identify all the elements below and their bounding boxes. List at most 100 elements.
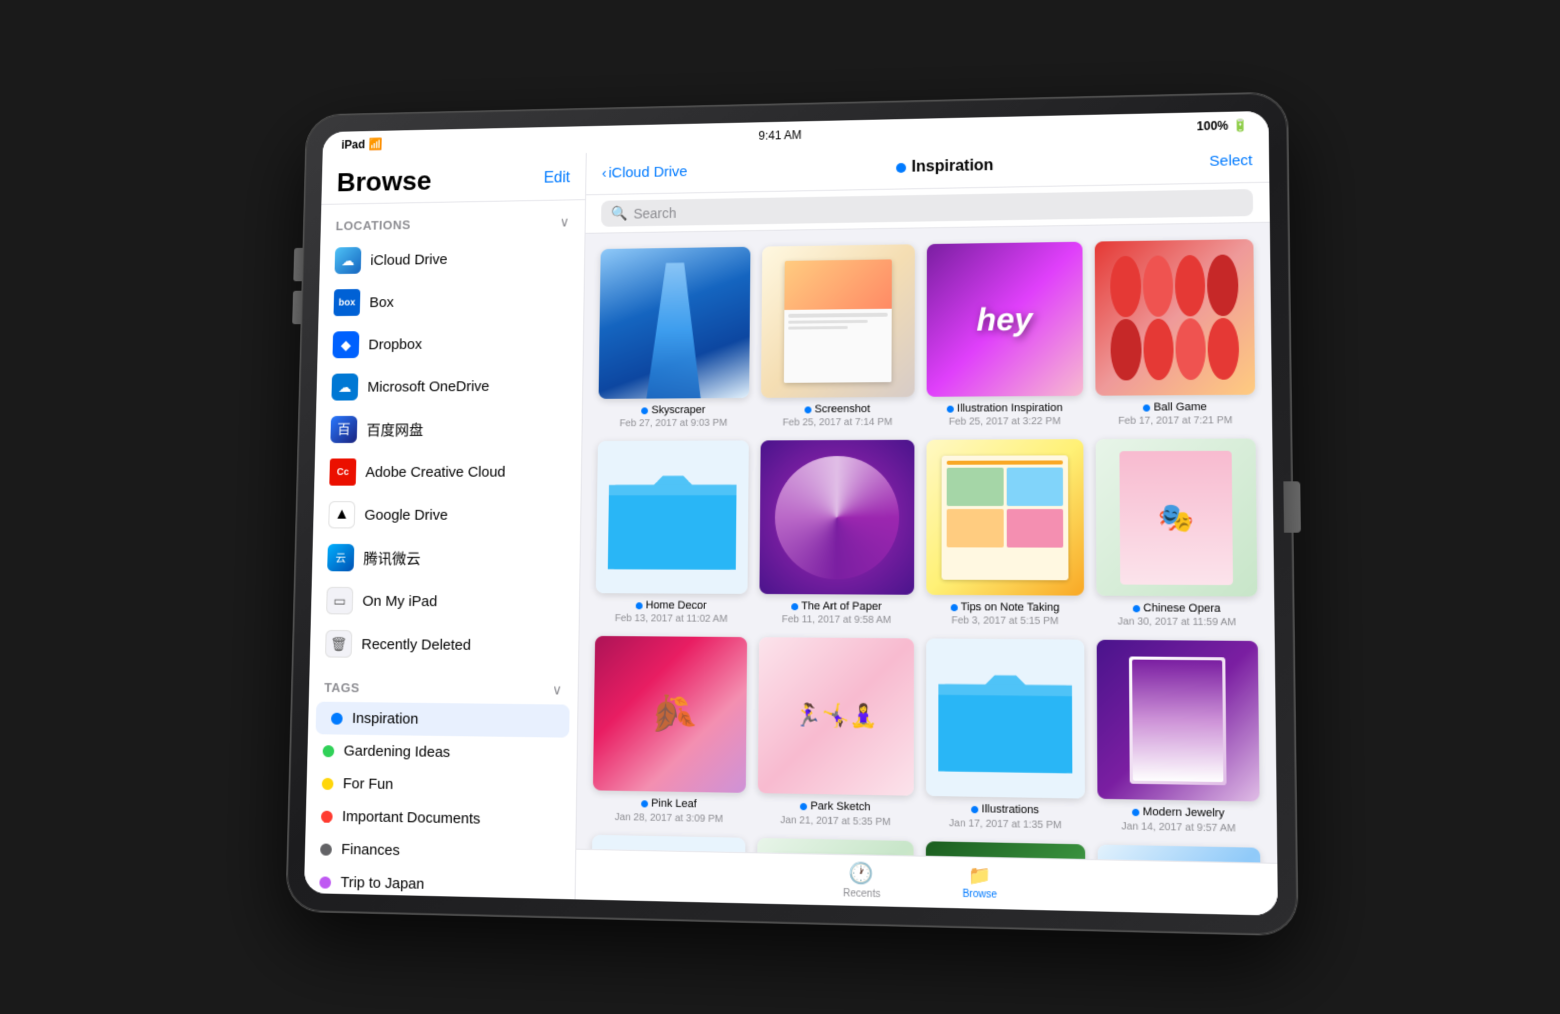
- tab-browse[interactable]: 📁 Browse: [962, 864, 996, 900]
- file-name-note-taking: Tips on Note Taking: [961, 601, 1060, 615]
- file-label-screenshot: Screenshot: [805, 403, 871, 416]
- right-panel: ‹ iCloud Drive Inspiration Select 🔍 Sear…: [576, 139, 1278, 916]
- file-label-modern-jewelry: Modern Jewelry: [1132, 806, 1224, 821]
- ipad-screen: iPad 📶 9:41 AM 100% 🔋 Browse Edit L: [304, 111, 1278, 916]
- file-thumb-pink-leaf: 🍂: [593, 636, 747, 793]
- icloud-label: iCloud Drive: [370, 251, 447, 268]
- sidebar-item-tencent[interactable]: 云 腾讯微云: [312, 536, 580, 580]
- file-item-screenshot[interactable]: Screenshot Feb 25, 2017 at 7:14 PM: [761, 244, 915, 428]
- file-name-modern-jewelry: Modern Jewelry: [1143, 806, 1225, 821]
- gardening-label: Gardening Ideas: [343, 743, 450, 761]
- status-left: iPad 📶: [341, 137, 383, 151]
- file-name-skyscraper: Skyscraper: [651, 404, 705, 417]
- file-thumb-skyscraper: [599, 247, 751, 399]
- file-date-ballgame: Feb 17, 2017 at 7:21 PM: [1118, 415, 1232, 427]
- file-item-pink-leaf[interactable]: 🍂 Pink Leaf Jan 28, 2017 at 3:09 PM: [592, 636, 747, 825]
- search-icon: 🔍: [611, 205, 628, 222]
- sidebar-item-for-fun[interactable]: For Fun: [306, 767, 576, 804]
- sidebar-item-box[interactable]: box Box: [318, 278, 584, 324]
- file-item-chinese-opera[interactable]: 🎭 Chinese Opera Jan 30, 2017 at 11:59 AM: [1096, 439, 1258, 629]
- browse-icon: 📁: [968, 864, 991, 886]
- files-area: Skyscraper Feb 27, 2017 at 9:03 PM: [576, 223, 1277, 863]
- google-label: Google Drive: [364, 507, 448, 524]
- file-thumb-home-decor: [596, 441, 749, 594]
- file-thumb-ballgame: [1095, 239, 1255, 396]
- file-name-pink-leaf: Pink Leaf: [651, 798, 697, 812]
- sidebar-item-icloud[interactable]: ☁ iCloud Drive: [319, 236, 584, 282]
- for-fun-dot: [322, 777, 334, 789]
- ipad-label: On My iPad: [362, 592, 437, 609]
- file-name-park-sketch: Park Sketch: [810, 801, 870, 816]
- nav-title: Inspiration: [896, 157, 994, 177]
- file-item-ballgame[interactable]: Ball Game Feb 17, 2017 at 7:21 PM: [1095, 239, 1256, 427]
- file-item-home-decor[interactable]: Home Decor Feb 13, 2017 at 11:02 AM: [595, 441, 748, 626]
- file-item-modern-jewelry[interactable]: Modern Jewelry Jan 14, 2017 at 9:57 AM: [1097, 640, 1260, 835]
- browse-label: Browse: [962, 888, 996, 900]
- wifi-icon: 📶: [369, 137, 383, 151]
- sidebar-item-google[interactable]: ▲ Google Drive: [313, 493, 581, 536]
- file-thumb-modern-jewelry: [1097, 640, 1260, 802]
- sidebar-header: Browse Edit: [321, 153, 585, 205]
- file-date-pink-leaf: Jan 28, 2017 at 3:09 PM: [615, 812, 723, 825]
- sidebar-item-baidu[interactable]: 百 百度网盘: [315, 407, 582, 451]
- file-name-home-decor: Home Decor: [646, 600, 707, 614]
- sidebar-title: Browse: [336, 166, 431, 198]
- finances-label: Finances: [341, 841, 400, 859]
- sidebar-item-onedrive[interactable]: ☁ Microsoft OneDrive: [316, 364, 582, 409]
- tags-chevron-icon[interactable]: ∨: [552, 681, 562, 698]
- ipad-device: iPad 📶 9:41 AM 100% 🔋 Browse Edit L: [286, 93, 1297, 936]
- for-fun-label: For Fun: [343, 775, 394, 793]
- locations-label: Locations: [336, 218, 411, 234]
- sidebar-item-inspiration[interactable]: Inspiration: [316, 702, 570, 738]
- status-time: 9:41 AM: [758, 128, 801, 143]
- sidebar-item-important-docs[interactable]: Important Documents: [305, 799, 576, 837]
- file-dot-park-sketch: [800, 803, 807, 810]
- file-label-chinese-opera: Chinese Opera: [1133, 602, 1221, 616]
- select-button[interactable]: Select: [1209, 152, 1252, 170]
- recents-label: Recents: [843, 888, 880, 900]
- ipad-icon: ▭: [326, 587, 353, 615]
- main-area: Browse Edit Locations ∨ ☁ iCloud Drive b…: [304, 139, 1278, 916]
- sidebar-item-dropbox[interactable]: ◆ Dropbox: [317, 321, 583, 366]
- file-item-note-taking[interactable]: Tips on Note Taking Feb 3, 2017 at 5:15 …: [926, 439, 1084, 627]
- file-dot-art-of-paper: [791, 603, 798, 610]
- back-button[interactable]: ‹ iCloud Drive: [602, 163, 688, 181]
- battery-icon: 🔋: [1232, 118, 1248, 132]
- file-dot-note-taking: [950, 604, 957, 611]
- file-thumb-park-sketch: 🏃‍♀️🤸‍♀️🧘‍♀️: [758, 638, 914, 797]
- file-dot-modern-jewelry: [1132, 809, 1139, 816]
- file-date-screenshot: Feb 25, 2017 at 7:14 PM: [783, 417, 893, 428]
- box-icon: box: [333, 289, 360, 316]
- file-item-art-of-paper[interactable]: The Art of Paper Feb 11, 2017 at 9:58 AM: [759, 440, 914, 627]
- sidebar-item-trip-japan[interactable]: Trip to Japan: [304, 865, 575, 899]
- search-input-container[interactable]: 🔍 Search: [601, 189, 1253, 227]
- page-title: Inspiration: [912, 157, 994, 176]
- dropbox-label: Dropbox: [368, 336, 422, 353]
- file-date-art-of-paper: Feb 11, 2017 at 9:58 AM: [782, 615, 891, 627]
- finances-dot: [320, 843, 332, 855]
- tab-recents[interactable]: 🕐 Recents: [843, 860, 881, 900]
- file-item-skyscraper[interactable]: Skyscraper Feb 27, 2017 at 9:03 PM: [598, 247, 750, 430]
- home-button[interactable]: [1283, 481, 1301, 532]
- recently-deleted-label: Recently Deleted: [361, 636, 471, 654]
- file-item-illustration[interactable]: hey Illustration Inspiration Feb 25, 201…: [927, 242, 1084, 428]
- sidebar-item-gardening[interactable]: Gardening Ideas: [307, 734, 577, 771]
- file-date-skyscraper: Feb 27, 2017 at 9:03 PM: [619, 418, 727, 429]
- file-name-screenshot: Screenshot: [815, 403, 871, 416]
- dropbox-icon: ◆: [332, 331, 359, 358]
- file-item-park-sketch[interactable]: 🏃‍♀️🤸‍♀️🧘‍♀️ Park Sketch Jan 21, 2017 at…: [758, 638, 914, 829]
- file-dot-skyscraper: [642, 408, 649, 415]
- recents-icon: 🕐: [849, 860, 874, 886]
- sidebar-item-recently-deleted[interactable]: 🗑 Recently Deleted: [310, 622, 579, 668]
- file-dot-screenshot: [805, 407, 812, 414]
- file-thumb-chinese-opera: 🎭: [1096, 439, 1258, 597]
- file-item-illustrations[interactable]: Illustrations Jan 17, 2017 at 1:35 PM: [926, 639, 1085, 832]
- file-date-home-decor: Feb 13, 2017 at 11:02 AM: [615, 614, 728, 626]
- sidebar-item-ipad[interactable]: ▭ On My iPad: [311, 579, 580, 624]
- battery-label: 100%: [1197, 119, 1229, 134]
- sidebar-item-adobe[interactable]: Cc Adobe Creative Cloud: [314, 450, 581, 493]
- locations-chevron-icon[interactable]: ∨: [559, 214, 569, 231]
- baidu-label: 百度网盘: [366, 419, 423, 440]
- baidu-icon: 百: [330, 416, 357, 443]
- edit-button[interactable]: Edit: [544, 170, 571, 188]
